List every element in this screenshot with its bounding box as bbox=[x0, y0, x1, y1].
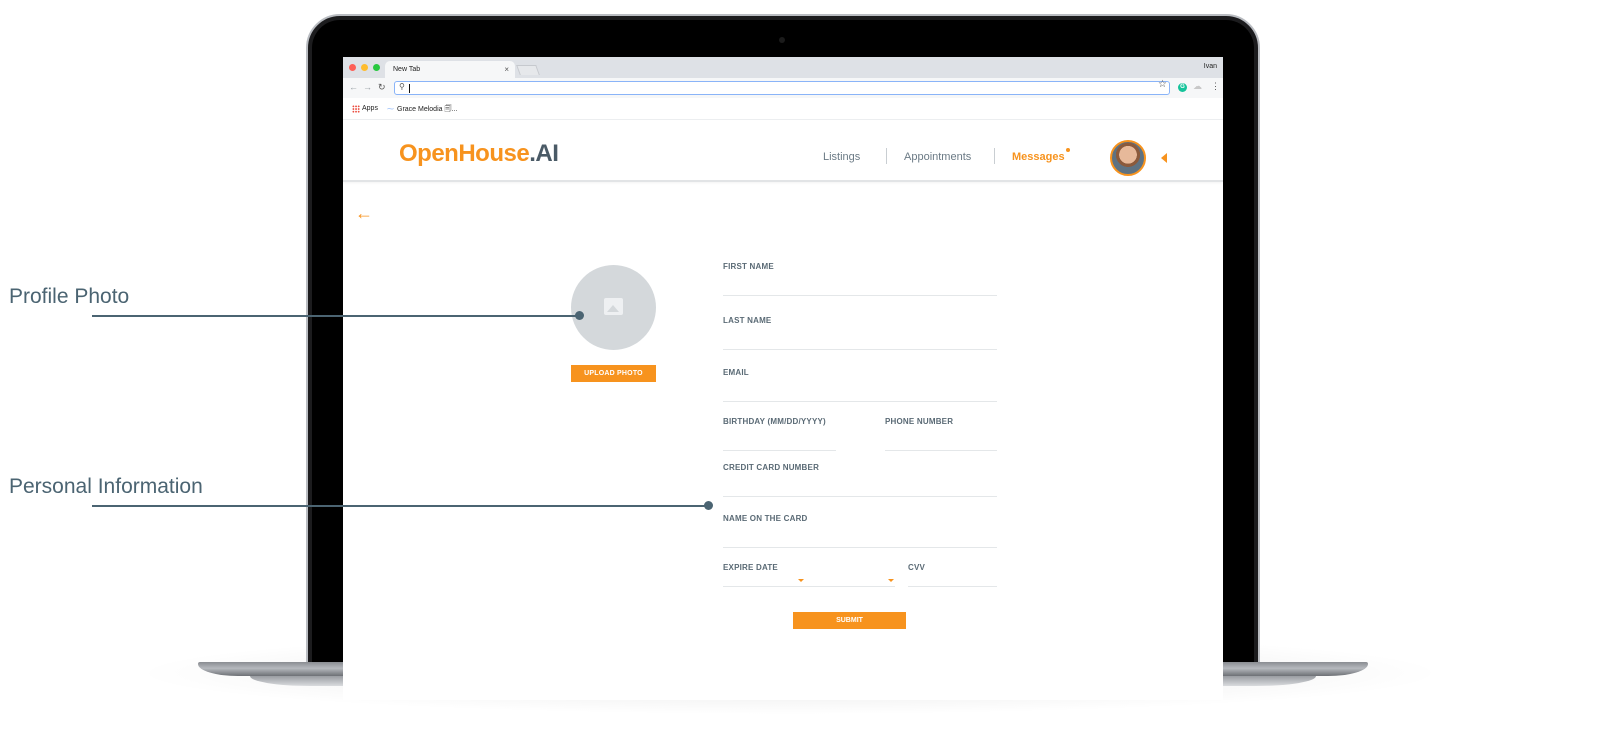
minimize-window-icon[interactable] bbox=[361, 64, 368, 71]
email-field[interactable]: EMAIL bbox=[723, 368, 997, 402]
callout-profile-photo: Profile Photo bbox=[9, 285, 130, 308]
nav-appointments[interactable]: Appointments bbox=[904, 151, 971, 163]
text-caret bbox=[409, 84, 410, 93]
browser-user[interactable]: Ivan bbox=[1204, 63, 1217, 70]
forward-nav-icon[interactable]: → bbox=[363, 82, 372, 92]
cvv-label: CVV bbox=[908, 563, 926, 572]
new-tab-button[interactable] bbox=[516, 65, 540, 75]
unread-badge bbox=[1065, 148, 1070, 152]
credit-card-field[interactable]: CREDIT CARD NUMBER bbox=[723, 463, 997, 497]
logo-primary: OpenHouse bbox=[399, 140, 530, 167]
back-nav-icon[interactable]: ← bbox=[349, 82, 358, 92]
camera-icon bbox=[779, 37, 785, 43]
grammarly-extension-icon[interactable]: G bbox=[1178, 83, 1187, 92]
callout-personal-information: Personal Information bbox=[9, 475, 203, 498]
year-dropdown-icon[interactable] bbox=[888, 579, 894, 582]
name-on-card-field[interactable]: NAME ON THE CARD bbox=[723, 514, 997, 548]
apps-grid-icon[interactable] bbox=[352, 105, 360, 113]
tab-title: New Tab bbox=[393, 66, 421, 73]
avatar[interactable] bbox=[1110, 140, 1146, 176]
first-name-field[interactable]: FIRST NAME bbox=[723, 262, 997, 296]
bookmark-apps[interactable]: Apps bbox=[362, 105, 378, 112]
callout-line-profile bbox=[92, 315, 580, 317]
first-name-label: FIRST NAME bbox=[723, 262, 774, 271]
image-icon bbox=[604, 298, 623, 315]
back-arrow-icon[interactable]: ← bbox=[355, 203, 373, 224]
callout-dot-profile bbox=[575, 311, 584, 320]
nav-divider bbox=[994, 148, 995, 164]
search-icon: ⚲ bbox=[399, 82, 405, 91]
logo-secondary: .AI bbox=[529, 140, 559, 167]
logo[interactable]: OpenHouse.AI bbox=[399, 140, 559, 168]
phone-label: PHONE NUMBER bbox=[885, 417, 954, 426]
credit-card-label: CREDIT CARD NUMBER bbox=[723, 463, 820, 472]
nav-listings[interactable]: Listings bbox=[823, 151, 860, 163]
bookmark-favicon-icon: ⁓ bbox=[387, 106, 394, 113]
phone-field[interactable]: PHONE NUMBER bbox=[885, 417, 997, 451]
browser-tab[interactable]: New Tab × bbox=[385, 61, 515, 78]
cloud-extension-icon[interactable]: ☁ bbox=[1193, 81, 1202, 92]
cvv-field[interactable]: CVV bbox=[908, 563, 997, 587]
submit-button[interactable]: SUBMIT bbox=[793, 612, 906, 629]
birthday-label: BIRTHDAY (MM/DD/YYYY) bbox=[723, 417, 826, 426]
close-window-icon[interactable] bbox=[349, 64, 356, 71]
nav-divider bbox=[886, 148, 887, 164]
email-label: EMAIL bbox=[723, 368, 749, 377]
bookmark-grace[interactable]: Grace Melodia 🗐... bbox=[397, 105, 457, 116]
last-name-field[interactable]: LAST NAME bbox=[723, 316, 997, 350]
caret-left-icon[interactable] bbox=[1161, 153, 1167, 163]
month-dropdown-icon[interactable] bbox=[798, 579, 804, 582]
nav-messages[interactable]: Messages bbox=[1012, 148, 1070, 163]
callout-dot-personal bbox=[704, 501, 713, 510]
callout-line-personal bbox=[92, 505, 709, 507]
tab-close-icon[interactable]: × bbox=[504, 65, 509, 74]
browser-menu-icon[interactable]: ⋮ bbox=[1211, 81, 1220, 92]
bookmark-star-icon[interactable]: ☆ bbox=[1158, 79, 1167, 90]
expire-date-field[interactable]: EXPIRE DATE bbox=[723, 563, 895, 587]
last-name-label: LAST NAME bbox=[723, 316, 772, 325]
browser-tabbar: New Tab × Ivan bbox=[343, 57, 1223, 78]
profile-photo-placeholder[interactable] bbox=[571, 265, 656, 350]
browser-toolbar: ← → ↻ ⚲ ☆ G ☁ ⋮ bbox=[343, 78, 1223, 98]
birthday-field[interactable]: BIRTHDAY (MM/DD/YYYY) bbox=[723, 417, 836, 451]
app-header: OpenHouse.AI Listings Appointments Messa… bbox=[343, 120, 1223, 182]
name-on-card-label: NAME ON THE CARD bbox=[723, 514, 808, 523]
maximize-window-icon[interactable] bbox=[373, 64, 380, 71]
nav-messages-label: Messages bbox=[1012, 151, 1065, 163]
upload-photo-button[interactable]: UPLOAD PHOTO bbox=[571, 365, 656, 382]
screen: New Tab × Ivan ← → ↻ ⚲ ☆ G ☁ ⋮ Apps ⁓ Gr… bbox=[343, 57, 1223, 700]
bookmarks-bar: Apps ⁓ Grace Melodia 🗐... bbox=[343, 98, 1223, 120]
address-bar[interactable]: ⚲ bbox=[394, 81, 1170, 95]
reload-icon[interactable]: ↻ bbox=[378, 82, 386, 93]
expire-date-label: EXPIRE DATE bbox=[723, 563, 778, 572]
